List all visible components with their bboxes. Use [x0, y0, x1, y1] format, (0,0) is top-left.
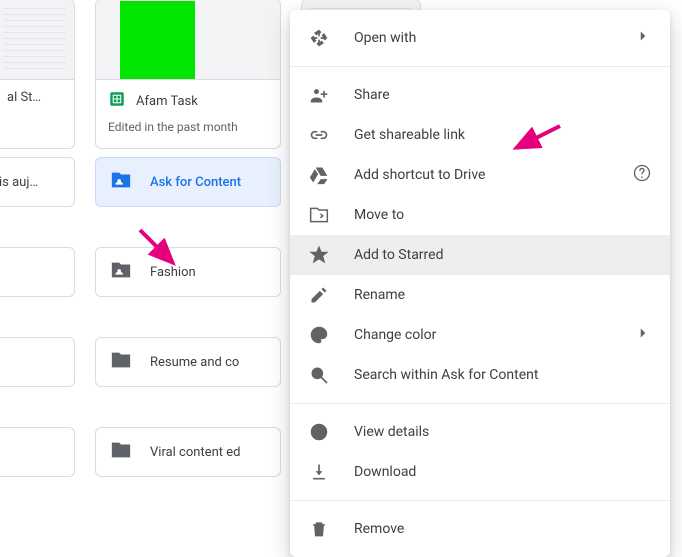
trash-icon [308, 518, 330, 540]
folder-shared-icon [110, 259, 132, 285]
menu-label: Add shortcut to Drive [354, 167, 485, 183]
folder-shared-icon [110, 169, 132, 195]
chevron-right-icon [634, 324, 652, 346]
menu-label: Get shareable link [354, 127, 465, 143]
folder-card-ask-for-content[interactable]: Ask for Content [95, 157, 281, 207]
star-icon [308, 244, 330, 266]
menu-label: Rename [354, 287, 405, 303]
sheets-icon [108, 90, 126, 112]
menu-share[interactable]: Share [290, 75, 670, 115]
chevron-right-icon [634, 27, 652, 49]
svg-text:+: + [322, 176, 327, 185]
menu-divider [290, 500, 670, 501]
folder-card-partial[interactable] [0, 427, 75, 477]
info-icon [308, 421, 330, 443]
menu-shortcut[interactable]: + Add shortcut to Drive [290, 155, 670, 195]
open-with-icon [308, 27, 330, 49]
folder-label: Ask for Content [150, 175, 241, 190]
menu-label: Remove [354, 521, 404, 537]
folder-card-partial[interactable] [0, 337, 75, 387]
menu-label: Download [354, 464, 416, 480]
file-card-partial[interactable]: al St… [0, 0, 75, 149]
search-icon [308, 364, 330, 386]
help-icon[interactable] [632, 163, 652, 187]
folder-card-viral[interactable]: Viral content ed [95, 427, 281, 477]
menu-change-color[interactable]: Change color [290, 315, 670, 355]
share-icon [308, 84, 330, 106]
file-subtitle: Edited in the past month [108, 120, 268, 134]
menu-label: Open with [354, 30, 416, 46]
menu-label: Change color [354, 327, 436, 343]
thumbnail [0, 0, 74, 80]
folder-icon [110, 349, 132, 375]
file-card-afam[interactable]: Afam Task Edited in the past month [95, 0, 281, 149]
folder-card-resume[interactable]: Resume and co [95, 337, 281, 387]
file-title: al St… [7, 90, 41, 105]
menu-rename[interactable]: Rename [290, 275, 670, 315]
folder-card-fashion[interactable]: Fashion [95, 247, 281, 297]
menu-move-to[interactable]: Move to [290, 195, 670, 235]
menu-get-link[interactable]: Get shareable link [290, 115, 670, 155]
menu-view-details[interactable]: View details [290, 412, 670, 452]
palette-icon [308, 324, 330, 346]
menu-label: Move to [354, 207, 404, 223]
folder-label: Resume and co [150, 355, 239, 370]
menu-label: Share [354, 87, 390, 103]
folder-card-partial[interactable] [0, 247, 75, 297]
drive-shortcut-icon: + [308, 164, 330, 186]
move-to-icon [308, 204, 330, 226]
folder-card-partial[interactable]: is auj… [0, 157, 75, 207]
rename-icon [308, 284, 330, 306]
context-menu: Open with Share Get shareable link + Add… [290, 10, 670, 557]
menu-divider [290, 403, 670, 404]
menu-remove[interactable]: Remove [290, 509, 670, 549]
file-title: Afam Task [136, 94, 198, 109]
download-icon [308, 461, 330, 483]
menu-search-within[interactable]: Search within Ask for Content [290, 355, 670, 395]
menu-download[interactable]: Download [290, 452, 670, 492]
link-icon [308, 124, 330, 146]
folder-label: is auj… [0, 175, 38, 190]
menu-label: Search within Ask for Content [354, 367, 538, 383]
folder-icon [110, 439, 132, 465]
menu-add-starred[interactable]: Add to Starred [290, 235, 670, 275]
menu-divider [290, 66, 670, 67]
folder-label: Viral content ed [150, 445, 240, 460]
thumbnail [96, 0, 280, 80]
folder-label: Fashion [150, 265, 196, 280]
menu-open-with[interactable]: Open with [290, 18, 670, 58]
menu-label: View details [354, 424, 429, 440]
menu-label: Add to Starred [354, 247, 443, 263]
